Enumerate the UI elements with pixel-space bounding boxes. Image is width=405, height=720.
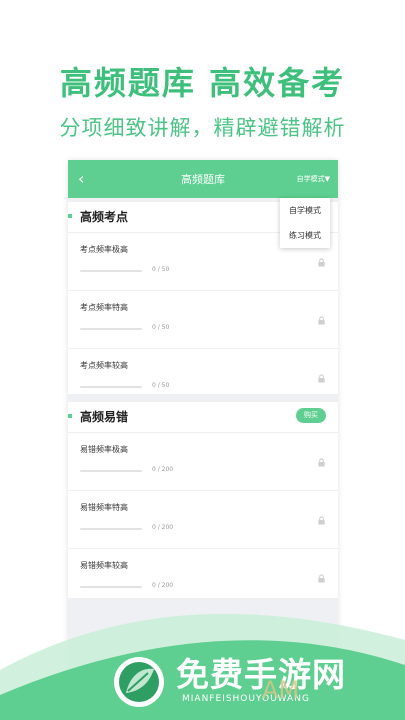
item-label: 易错频率极高 xyxy=(80,445,128,454)
progress-bar xyxy=(80,586,142,588)
progress-bar xyxy=(80,470,142,472)
mode-selector[interactable]: 自学模式▼ xyxy=(297,174,330,184)
dropdown-item-practice[interactable]: 练习模式 xyxy=(280,223,330,248)
progress-text: 0 / 200 xyxy=(152,524,174,531)
progress-text: 0 / 50 xyxy=(152,324,170,331)
progress-text: 0 / 50 xyxy=(152,266,170,273)
progress-text: 0 / 200 xyxy=(152,582,174,589)
buy-button[interactable]: 购买 xyxy=(296,408,326,423)
list-item[interactable]: 考点频率较高 0 / 50 xyxy=(68,348,338,406)
progress-bar xyxy=(80,328,142,330)
progress-bar xyxy=(80,270,142,272)
progress-text: 0 / 200 xyxy=(152,466,174,473)
progress-bar xyxy=(80,528,142,530)
lock-icon xyxy=(318,574,325,583)
list-item[interactable]: 考点频率特高 0 / 50 xyxy=(68,290,338,348)
mode-dropdown: 自学模式 练习模式 xyxy=(280,198,330,248)
section-title: 高频考点 xyxy=(80,210,129,224)
progress-bar xyxy=(80,386,142,388)
watermark-mark: AM xyxy=(262,676,300,704)
section-marker xyxy=(68,214,72,218)
watermark-text: 免费手游网 xyxy=(176,655,346,694)
item-label: 考点频率较高 xyxy=(80,361,128,370)
section-marker xyxy=(68,414,72,418)
lock-icon xyxy=(318,316,325,325)
section-title: 高频易错 xyxy=(80,410,129,424)
item-label: 易错频率较高 xyxy=(80,561,128,570)
progress-text: 0 / 50 xyxy=(152,382,170,389)
lock-icon xyxy=(318,516,325,525)
section-high-frequency-errors: 高频易错 购买 易错频率极高 0 / 200 易错频率特高 0 / 200 易错… xyxy=(68,402,338,598)
list-item[interactable]: 易错频率较高 0 / 200 xyxy=(68,548,338,606)
list-item[interactable]: 易错频率特高 0 / 200 xyxy=(68,490,338,548)
list-item[interactable]: 易错频率极高 0 / 200 xyxy=(68,432,338,490)
dropdown-item-self-study[interactable]: 自学模式 xyxy=(280,198,330,223)
lock-icon xyxy=(318,258,325,267)
item-label: 易错频率特高 xyxy=(80,503,128,512)
promo-subtitle: 分项细致讲解，精辟避错解析 xyxy=(59,116,346,140)
lock-icon xyxy=(318,458,325,467)
item-label: 考点频率特高 xyxy=(80,303,128,312)
leaf-logo-icon xyxy=(114,657,164,707)
lock-icon xyxy=(318,374,325,383)
item-label: 考点频率极高 xyxy=(80,245,128,254)
section-header: 高频易错 购买 xyxy=(68,402,338,432)
app-header: ‹ 高频题库 自学模式▼ xyxy=(68,160,338,198)
promo-title: 高频题库 高效备考 xyxy=(59,64,346,102)
